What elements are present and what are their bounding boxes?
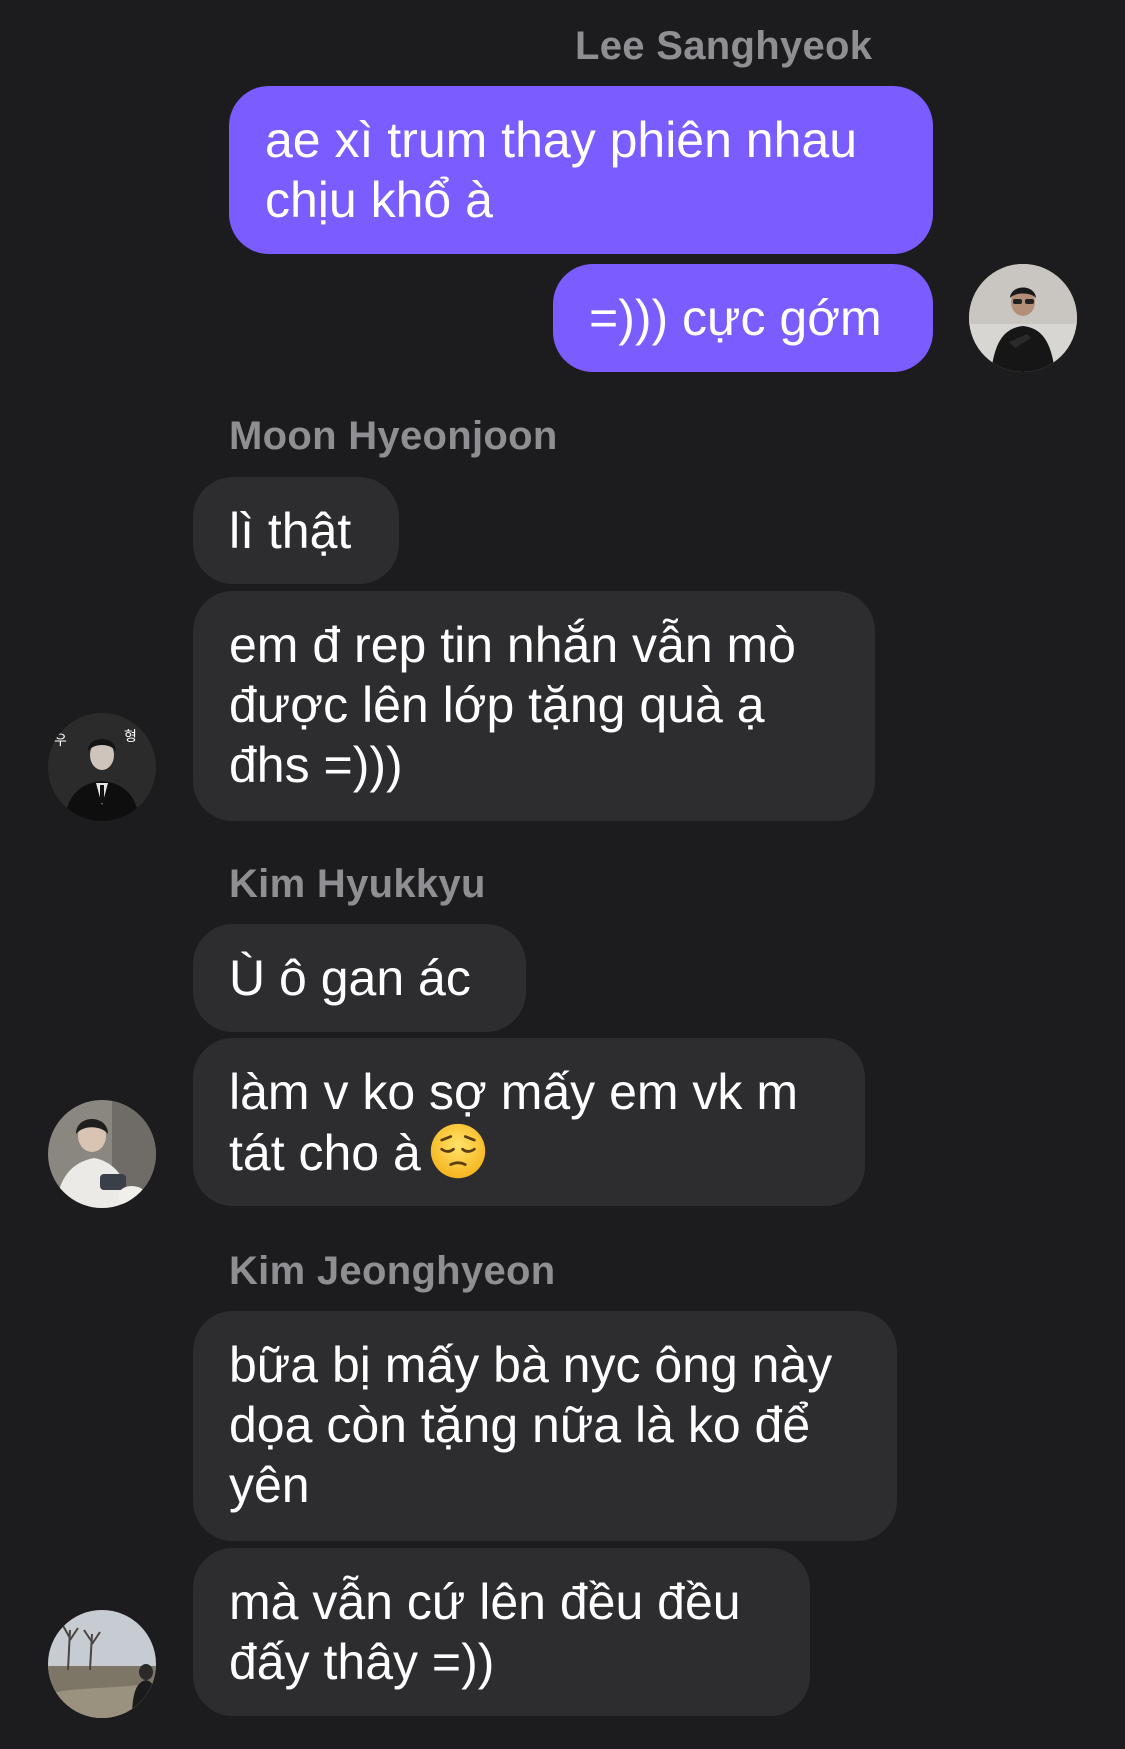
message-bubble[interactable]: làm v ko sợ mấy em vk m tát cho à <box>193 1038 865 1206</box>
sender-name-lee-sanghyeok: Lee Sanghyeok <box>575 24 873 68</box>
message-bubble[interactable]: mà vẫn cứ lên đều đều đấy thây =)) <box>193 1548 810 1716</box>
message-text: làm v ko sợ mấy em vk m tát cho à <box>229 1064 798 1181</box>
sender-name-kim-hyukkyu: Kim Hyukkyu <box>229 862 486 906</box>
message-text: em đ rep tin nhắn vẫn mò được lên lớp tặ… <box>229 617 796 793</box>
message-text: mà vẫn cứ lên đều đều đấy thây =)) <box>229 1574 741 1690</box>
avatar-moon-hyeonjoon[interactable]: 우 형 <box>48 713 156 821</box>
message-bubble[interactable]: ae xì trum thay phiên nhau chịu khổ à <box>229 86 933 254</box>
pensive-face-icon <box>430 1123 485 1179</box>
message-bubble[interactable]: Ù ô gan ác <box>193 924 526 1032</box>
avatar-kim-hyukkyu[interactable] <box>48 1100 156 1208</box>
avatar-photo <box>48 1610 156 1718</box>
message-text: =))) cực gớm <box>589 290 882 346</box>
message-bubble[interactable]: =))) cực gớm <box>553 264 933 372</box>
avatar-kim-jeonghyeon[interactable] <box>48 1610 156 1718</box>
avatar-photo <box>969 264 1077 372</box>
sender-name-kim-jeonghyeon: Kim Jeonghyeon <box>229 1249 556 1293</box>
svg-text:형: 형 <box>124 729 137 745</box>
message-text: lì thật <box>229 503 352 559</box>
message-bubble[interactable]: bữa bị mấy bà nyc ông này dọa còn tặng n… <box>193 1311 897 1541</box>
avatar-photo: 우 형 <box>48 713 156 821</box>
sender-name-moon-hyeonjoon: Moon Hyeonjoon <box>229 414 558 458</box>
message-text: Ù ô gan ác <box>229 950 471 1006</box>
message-text: ae xì trum thay phiên nhau chịu khổ à <box>265 112 858 228</box>
message-bubble[interactable]: lì thật <box>193 477 399 584</box>
avatar-lee-sanghyeok[interactable] <box>969 264 1077 372</box>
svg-text:우: 우 <box>54 733 67 749</box>
message-bubble[interactable]: em đ rep tin nhắn vẫn mò được lên lớp tặ… <box>193 591 875 821</box>
avatar-photo <box>48 1100 156 1208</box>
message-text: bữa bị mấy bà nyc ông này dọa còn tặng n… <box>229 1337 833 1513</box>
